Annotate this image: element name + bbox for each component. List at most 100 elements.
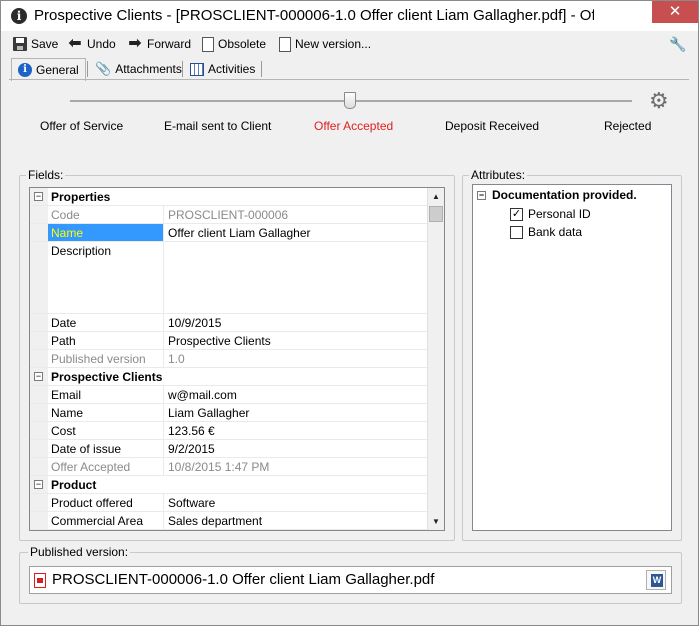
grid-row[interactable]: Path Prospective Clients [30,332,427,350]
field-name: Name [48,224,164,241]
obsolete-document-icon [202,36,214,52]
scroll-up-icon[interactable]: ▲ [428,188,444,205]
save-label: Save [31,37,59,51]
attribute-item[interactable]: Bank data [510,225,582,239]
scroll-thumb[interactable] [429,206,443,222]
field-value[interactable]: w@mail.com [164,386,427,403]
info-icon: i [18,63,32,77]
grid-row[interactable]: Date 10/9/2015 [30,314,427,332]
wrench-icon: 🔧 [669,36,687,52]
field-value[interactable]: 123.56 € [164,422,427,439]
attributes-label: Attributes: [469,168,528,182]
info-icon: i [11,8,27,24]
forward-label: Forward [147,37,192,51]
tab-separator [261,61,262,77]
grid-row[interactable]: Email w@mail.com [30,386,427,404]
tab-strip: i General 📎 Attachments Activities [9,58,689,81]
published-file-field[interactable]: PROSCLIENT-000006-1.0 Offer client Liam … [29,566,672,594]
grid-row[interactable]: Name Liam Gallagher [30,404,427,422]
tab-attachments[interactable]: 📎 Attachments [89,58,188,80]
field-value[interactable]: Software [164,494,427,511]
workflow-stage[interactable]: Rejected [604,119,651,133]
field-value[interactable] [164,242,427,313]
grid-row[interactable]: Product offered Software [30,494,427,512]
field-value[interactable]: Prospective Clients [164,332,427,349]
new-version-button[interactable]: New version... [279,34,371,54]
workflow-stage[interactable]: Deposit Received [445,119,539,133]
window-title: Prospective Clients - [PROSCLIENT-000006… [34,7,594,24]
field-value[interactable]: 9/2/2015 [164,440,427,457]
undo-button[interactable]: ⬅ Undo [67,34,116,54]
field-name: Email [48,386,164,403]
settings-button[interactable]: 🔧 [669,34,687,54]
grid-rows: − Properties Code PROSCLIENT-000006 Name… [30,188,427,530]
obsolete-label: Obsolete [218,37,267,51]
paperclip-icon: 📎 [95,61,112,76]
tab-separator [87,61,88,77]
undo-label: Undo [87,37,116,51]
collapse-icon[interactable]: − [34,192,43,201]
vertical-scrollbar[interactable]: ▲ ▼ [427,188,444,530]
grid-row[interactable]: Description [30,242,427,314]
tree-node-documentation[interactable]: − Documentation provided. [477,188,637,202]
field-value[interactable]: Offer client Liam Gallagher [164,224,427,241]
workflow-slider: ⚙ Offer of Service E-mail sent to Client… [1,86,698,146]
field-value[interactable]: 10/9/2015 [164,314,427,331]
pdf-file-icon [34,573,46,588]
forward-button[interactable]: ➡ Forward [127,34,191,54]
open-in-word-button[interactable]: W [646,570,666,590]
obsolete-button[interactable]: Obsolete [202,34,266,54]
field-value: 1.0 [168,352,185,366]
collapse-icon[interactable]: − [34,372,43,381]
field-value: PROSCLIENT-000006 [168,208,289,222]
field-name: Description [48,242,164,313]
attribute-item[interactable]: ✓ Personal ID [510,207,591,221]
arrow-right-icon: ➡ [128,35,142,52]
field-name: Published version [48,350,164,367]
property-grid: − Properties Code PROSCLIENT-000006 Name… [29,187,445,531]
grid-row[interactable]: Published version 1.0 [30,350,427,368]
personal-id-checkbox[interactable]: ✓ [510,207,523,221]
attribute-label: Bank data [528,225,583,239]
workflow-stage[interactable]: E-mail sent to Client [164,119,271,133]
close-button[interactable]: ✕ [652,1,698,23]
tab-activities[interactable]: Activities [184,58,261,80]
grid-category[interactable]: − Properties [30,188,427,206]
save-icon [13,37,27,51]
arrow-left-icon: ⬅ [68,35,82,52]
collapse-icon[interactable]: − [477,191,486,201]
grid-row[interactable]: Offer Accepted 10/8/2015 1:47 PM [30,458,427,476]
field-name: Name [48,404,164,421]
tab-general[interactable]: i General [11,58,86,81]
workflow-stage-current[interactable]: Offer Accepted [314,119,393,133]
bank-data-checkbox[interactable] [510,225,523,239]
field-name: Offer Accepted [48,458,164,475]
grid-row[interactable]: Commercial Area Sales department [30,512,427,530]
scroll-down-icon[interactable]: ▼ [428,513,444,530]
grid-row[interactable]: Name Offer client Liam Gallagher [30,224,427,242]
gear-icon[interactable]: ⚙ [649,89,669,113]
field-value[interactable]: Liam Gallagher [164,404,427,421]
tab-attachments-label: Attachments [115,62,182,76]
calendar-icon [190,62,204,76]
grid-category[interactable]: − Prospective Clients [30,368,427,386]
field-name: Date [48,314,164,331]
fields-label: Fields: [26,168,66,182]
workflow-stage[interactable]: Offer of Service [40,119,123,133]
grid-row[interactable]: Cost 123.56 € [30,422,427,440]
document-window: i Prospective Clients - [PROSCLIENT-0000… [0,0,699,626]
attribute-label: Personal ID [528,207,591,221]
field-value[interactable]: Sales department [164,512,427,529]
published-file-name[interactable]: PROSCLIENT-000006-1.0 Offer client Liam … [52,571,434,588]
field-name: Cost [48,422,164,439]
workflow-thumb[interactable] [344,92,356,109]
tab-general-label: General [36,63,79,77]
title-bar: i Prospective Clients - [PROSCLIENT-0000… [1,1,698,31]
grid-row[interactable]: Code PROSCLIENT-000006 [30,206,427,224]
save-button[interactable]: Save [13,34,58,54]
category-label: Properties [51,190,111,204]
grid-row[interactable]: Date of issue 9/2/2015 [30,440,427,458]
grid-category[interactable]: − Product [30,476,427,494]
collapse-icon[interactable]: − [34,480,43,489]
field-name: Path [48,332,164,349]
